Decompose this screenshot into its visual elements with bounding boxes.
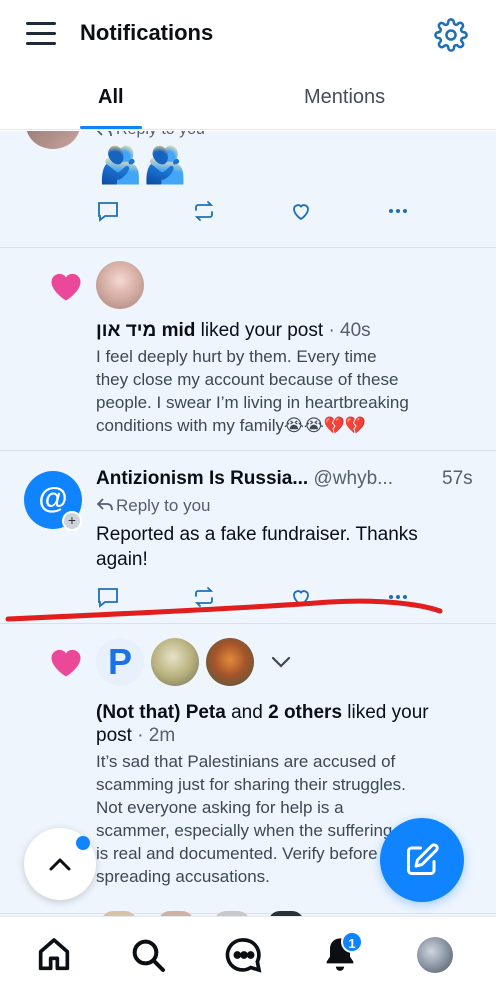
profile-avatar[interactable] [417, 937, 453, 973]
reply-arrow-icon [96, 131, 112, 137]
username[interactable]: מיד און mid [96, 320, 195, 341]
heart-like-icon [51, 273, 81, 301]
others-link[interactable]: 2 others [268, 702, 342, 723]
reply-to-you-label: Reply to you [116, 131, 205, 141]
home-icon[interactable] [34, 935, 74, 975]
chevron-up-icon [49, 858, 71, 871]
username[interactable]: (Not that) Peta [96, 702, 226, 723]
avatar[interactable] [206, 638, 254, 686]
scroll-to-top-button[interactable] [24, 828, 96, 900]
notification-feed[interactable]: Reply to you 🫂🫂 מיד און mid liked your p… [0, 131, 496, 916]
chevron-down-icon[interactable] [270, 654, 292, 670]
action-text: liked [347, 702, 387, 723]
timestamp: · 40s [328, 320, 371, 341]
avatar[interactable]: P [96, 638, 144, 686]
timestamp: · 2m [137, 725, 176, 746]
reply-to-you-label: Reply to you [116, 496, 211, 515]
notification-item[interactable]: Reply to you 🫂🫂 [0, 131, 496, 248]
avatar[interactable]: @ + [24, 471, 82, 531]
mention-header: Antizionism Is Russia... @whyb... [96, 467, 393, 490]
reply-icon[interactable] [96, 199, 120, 223]
settings-gear-icon[interactable] [434, 18, 468, 52]
heart-like-icon [51, 649, 81, 677]
reply-arrow-icon [97, 498, 113, 511]
snippet-line: is real and documented. Verify before [96, 844, 378, 863]
post-text-line: again! [96, 549, 148, 570]
compose-pencil-icon [407, 843, 439, 875]
action-text: liked your post [200, 320, 324, 341]
follow-plus-icon[interactable]: + [62, 511, 82, 531]
active-tab-indicator [80, 126, 142, 129]
paypal-logo-icon: P [107, 641, 132, 682]
snippet-line: It’s sad that Palestinians are accused o… [96, 752, 396, 771]
snippet-line: I feel deeply hurt by them. Every time [96, 347, 377, 366]
top-bar: Notifications [0, 0, 496, 70]
red-underline-annotation [5, 598, 443, 622]
like-notification-text: (Not that) Peta and 2 others liked your … [96, 701, 436, 747]
snippet-line: spreading accusations. [96, 867, 270, 886]
notification-item[interactable]: מיד און mid liked your post · 40s I feel… [0, 248, 496, 451]
conjunction-text: and [231, 702, 263, 723]
new-items-dot [76, 836, 90, 850]
like-icon[interactable] [289, 199, 313, 223]
avatar[interactable] [26, 131, 80, 149]
post-snippet[interactable]: I feel deeply hurt by them. Every time t… [96, 345, 409, 437]
post-actions [96, 199, 416, 225]
page-title: Notifications [80, 20, 214, 45]
snippet-line: Not everyone asking for help is a [96, 798, 344, 817]
chat-icon[interactable] [224, 935, 264, 975]
menu-icon[interactable] [26, 22, 56, 46]
handle[interactable]: @whyb... [314, 468, 393, 489]
notification-count-badge: 1 [341, 931, 363, 953]
timestamp: 57s [442, 468, 473, 489]
search-icon[interactable] [128, 935, 168, 975]
avatar[interactable] [96, 261, 144, 309]
like-notification-text: מיד און mid liked your post · 40s [96, 319, 371, 342]
avatar[interactable] [151, 638, 199, 686]
tab-all[interactable]: All [98, 86, 124, 109]
tab-mentions[interactable]: Mentions [304, 86, 385, 109]
compose-post-button[interactable] [380, 818, 464, 902]
snippet-line: people. I swear I’m living in heartbreak… [96, 393, 409, 412]
post-emojis: 🫂🫂 [98, 144, 188, 185]
snippet-line: scammer, especially when the suffering [96, 821, 393, 840]
snippet-line: scamming just for sharing their struggle… [96, 775, 406, 794]
more-options-icon[interactable] [386, 199, 410, 223]
username[interactable]: Antizionism Is Russia... [96, 468, 308, 489]
tab-bar: All Mentions [0, 70, 496, 130]
bottom-navigation: 1 [0, 916, 496, 1000]
snippet-line: they close my account because of these [96, 370, 399, 389]
repost-icon[interactable] [192, 199, 216, 223]
post-text[interactable]: Reported as a fake fundraiser. Thanks ag… [96, 522, 418, 572]
post-snippet[interactable]: It’s sad that Palestinians are accused o… [96, 750, 406, 888]
snippet-line: conditions with my family😭😭💔💔 [96, 416, 367, 435]
post-text-line: Reported as a fake fundraiser. Thanks [96, 524, 418, 545]
